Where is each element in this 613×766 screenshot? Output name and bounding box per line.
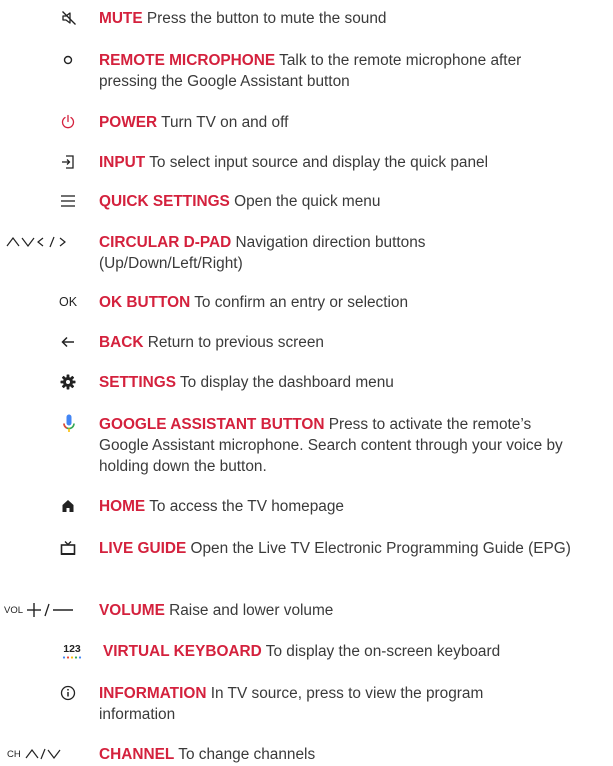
item-text: Open the Live TV Electronic Programming … <box>190 540 571 557</box>
item-text: Raise and lower volume <box>169 602 334 619</box>
item-description: HOME To access the TV homepage <box>99 496 609 517</box>
item-description: QUICK SETTINGS Open the quick menu <box>99 191 609 212</box>
item-term: LIVE GUIDE <box>99 540 187 557</box>
back-arrow-icon <box>58 332 78 352</box>
google-assistant-mic-icon <box>60 414 78 434</box>
item-text: Press the button to mute the sound <box>146 10 387 27</box>
item-term: BACK <box>99 334 144 351</box>
live-tv-icon <box>58 538 78 558</box>
item-text: Turn TV on and off <box>161 114 289 131</box>
item-description: VOLUME Raise and lower volume <box>99 600 609 621</box>
gear-icon <box>58 372 78 392</box>
item-description: INFORMATION In TV source, press to view … <box>99 683 529 725</box>
input-icon <box>58 152 78 172</box>
volume-icon: VOL <box>4 600 80 620</box>
microphone-dot-icon <box>61 50 75 70</box>
item-description: VIRTUAL KEYBOARD To display the on-scree… <box>103 641 613 662</box>
item-text: To display the on-screen keyboard <box>265 643 501 660</box>
power-icon <box>58 112 78 132</box>
item-text: To change channels <box>178 746 316 763</box>
item-text: To confirm an entry or selection <box>194 294 409 311</box>
item-description: INPUT To select input source and display… <box>99 152 609 173</box>
volume-icon-label: VOL <box>4 604 24 616</box>
channel-icon-label: CH <box>7 748 21 760</box>
menu-icon <box>58 191 78 211</box>
item-term: OK BUTTON <box>99 294 191 311</box>
dpad-arrows-icon <box>4 232 80 252</box>
item-description: OK BUTTON To confirm an entry or selecti… <box>99 292 609 313</box>
item-description: BACK Return to previous screen <box>99 332 609 353</box>
item-description: SETTINGS To display the dashboard menu <box>99 372 609 393</box>
item-text: To access the TV homepage <box>149 498 344 515</box>
item-term: CIRCULAR D-PAD <box>99 234 232 251</box>
item-text: To select input source and display the q… <box>149 154 488 171</box>
item-term: INPUT <box>99 154 146 171</box>
item-description: POWER Turn TV on and off <box>99 112 609 133</box>
keyboard-123-icon: 123 <box>58 641 86 663</box>
item-term: QUICK SETTINGS <box>99 193 230 210</box>
item-term: INFORMATION <box>99 685 207 702</box>
item-term: SETTINGS <box>99 374 176 391</box>
item-description: GOOGLE ASSISTANT BUTTON Press to activat… <box>99 414 569 477</box>
item-term: GOOGLE ASSISTANT BUTTON <box>99 416 325 433</box>
item-text: Return to previous screen <box>147 334 324 351</box>
keyboard-icon-label: 123 <box>63 643 81 655</box>
item-description: MUTE Press the button to mute the sound <box>99 8 609 29</box>
item-description: CHANNEL To change channels <box>99 744 609 765</box>
item-description: REMOTE MICROPHONE Talk to the remote mic… <box>99 50 579 92</box>
mute-icon <box>60 8 78 28</box>
item-term: CHANNEL <box>99 746 175 763</box>
item-description: CIRCULAR D-PAD Navigation direction butt… <box>99 232 529 274</box>
ok-icon: OK <box>58 295 78 309</box>
item-text: To display the dashboard menu <box>179 374 394 391</box>
item-term: MUTE <box>99 10 143 27</box>
item-description: LIVE GUIDE Open the Live TV Electronic P… <box>99 538 579 559</box>
home-icon <box>58 496 78 516</box>
item-term: POWER <box>99 114 158 131</box>
item-term: REMOTE MICROPHONE <box>99 52 276 69</box>
info-icon <box>58 683 78 703</box>
item-text: Open the quick menu <box>234 193 381 210</box>
item-term: HOME <box>99 498 146 515</box>
channel-icon: CH <box>7 744 79 764</box>
item-term: VOLUME <box>99 602 165 619</box>
item-term: VIRTUAL KEYBOARD <box>103 643 262 660</box>
